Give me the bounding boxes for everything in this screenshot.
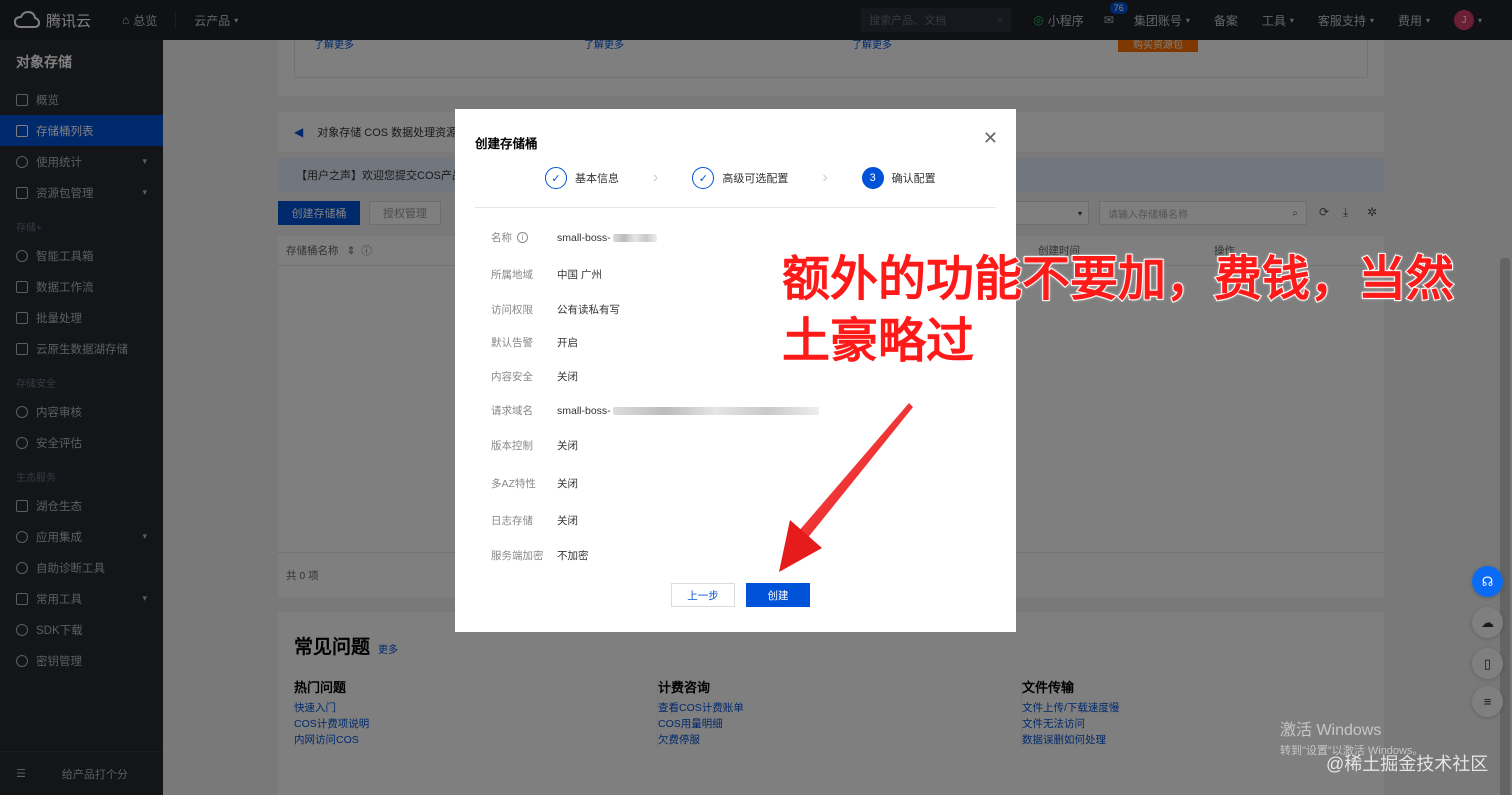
config-row-domain: 请求域名 small-boss- — [491, 403, 819, 418]
row-label: 默认告警 — [491, 337, 533, 349]
step-confirm: 3 确认配置 — [861, 167, 936, 189]
check-icon: ✓ — [545, 167, 567, 189]
row-label: 服务端加密 — [491, 550, 544, 562]
row-value: 中国 广州 — [557, 269, 602, 281]
row-value-text: small-boss- — [557, 404, 611, 417]
row-value: 开启 — [557, 337, 578, 349]
dialog-title: 创建存储桶 — [475, 137, 538, 151]
row-value: 公有读私有写 — [557, 304, 620, 316]
step-label: 高级可选配置 — [722, 173, 789, 185]
row-value: 不加密 — [557, 550, 589, 562]
row-value: 关闭 — [557, 478, 578, 490]
row-label-text: 名称 — [491, 232, 512, 244]
row-label: 访问权限 — [491, 304, 533, 316]
config-row-content-security: 内容安全 关闭 — [491, 369, 578, 384]
site-watermark: @稀土掘金技术社区 — [1326, 754, 1489, 774]
annotation-text: 额外的功能不要加，费钱，当然 土豪略过 — [781, 248, 1462, 372]
row-value: 关闭 — [557, 440, 578, 452]
redacted-text — [612, 406, 819, 415]
config-row-multi-az: 多AZ特性 关闭 — [491, 476, 578, 491]
row-label: 名称 i — [491, 230, 557, 245]
step-label: 确认配置 — [891, 173, 936, 185]
row-label: 版本控制 — [491, 440, 533, 452]
config-row-versioning: 版本控制 关闭 — [491, 438, 578, 453]
divider — [475, 207, 996, 208]
config-row-name: 名称 i small-boss- — [491, 230, 657, 245]
row-value: 关闭 — [557, 515, 578, 527]
annotation-line-1: 额外的功能不要加，费钱，当然 — [781, 250, 1455, 308]
step-label: 基本信息 — [575, 173, 619, 185]
row-label: 日志存储 — [491, 515, 533, 527]
config-row-log: 日志存储 关闭 — [491, 513, 578, 528]
row-value: 关闭 — [557, 371, 578, 383]
config-row-region: 所属地域 中国 广州 — [491, 267, 602, 282]
stepper: ✓ 基本信息 › ✓ 高级可选配置 › 3 确认配置 — [545, 167, 936, 189]
customer-service-button[interactable]: ☊ — [1472, 566, 1503, 597]
activation-title: 激活 Windows — [1280, 722, 1382, 739]
headset-icon: ☊ — [1481, 573, 1494, 589]
chevron-right-icon: › — [822, 169, 828, 186]
row-label: 多AZ特性 — [491, 478, 536, 490]
config-row-access: 访问权限 公有读私有写 — [491, 302, 620, 317]
row-value: small-boss- — [557, 232, 657, 244]
annotation-line-2: 土豪略过 — [781, 312, 975, 370]
step-advanced-config[interactable]: ✓ 高级可选配置 — [692, 167, 788, 189]
check-icon: ✓ — [692, 167, 715, 189]
row-value: small-boss- — [557, 405, 819, 417]
step-basic-info[interactable]: ✓ 基本信息 — [545, 167, 619, 189]
create-button[interactable]: 创建 — [746, 583, 810, 607]
config-row-encryption: 服务端加密 不加密 — [491, 548, 589, 563]
previous-step-button[interactable]: 上一步 — [671, 583, 735, 607]
redacted-text — [612, 233, 657, 242]
row-value-text: small-boss- — [557, 231, 611, 244]
config-row-alarm: 默认告警 开启 — [491, 335, 578, 350]
dialog-actions: 上一步 创建 — [671, 583, 810, 607]
chevron-right-icon: › — [653, 169, 659, 186]
row-label: 所属地域 — [491, 269, 533, 281]
info-icon: i — [517, 232, 528, 243]
step-number: 3 — [861, 167, 884, 189]
close-icon[interactable]: ✕ — [983, 129, 998, 147]
row-label: 请求域名 — [491, 405, 533, 417]
row-label: 内容安全 — [491, 371, 533, 383]
